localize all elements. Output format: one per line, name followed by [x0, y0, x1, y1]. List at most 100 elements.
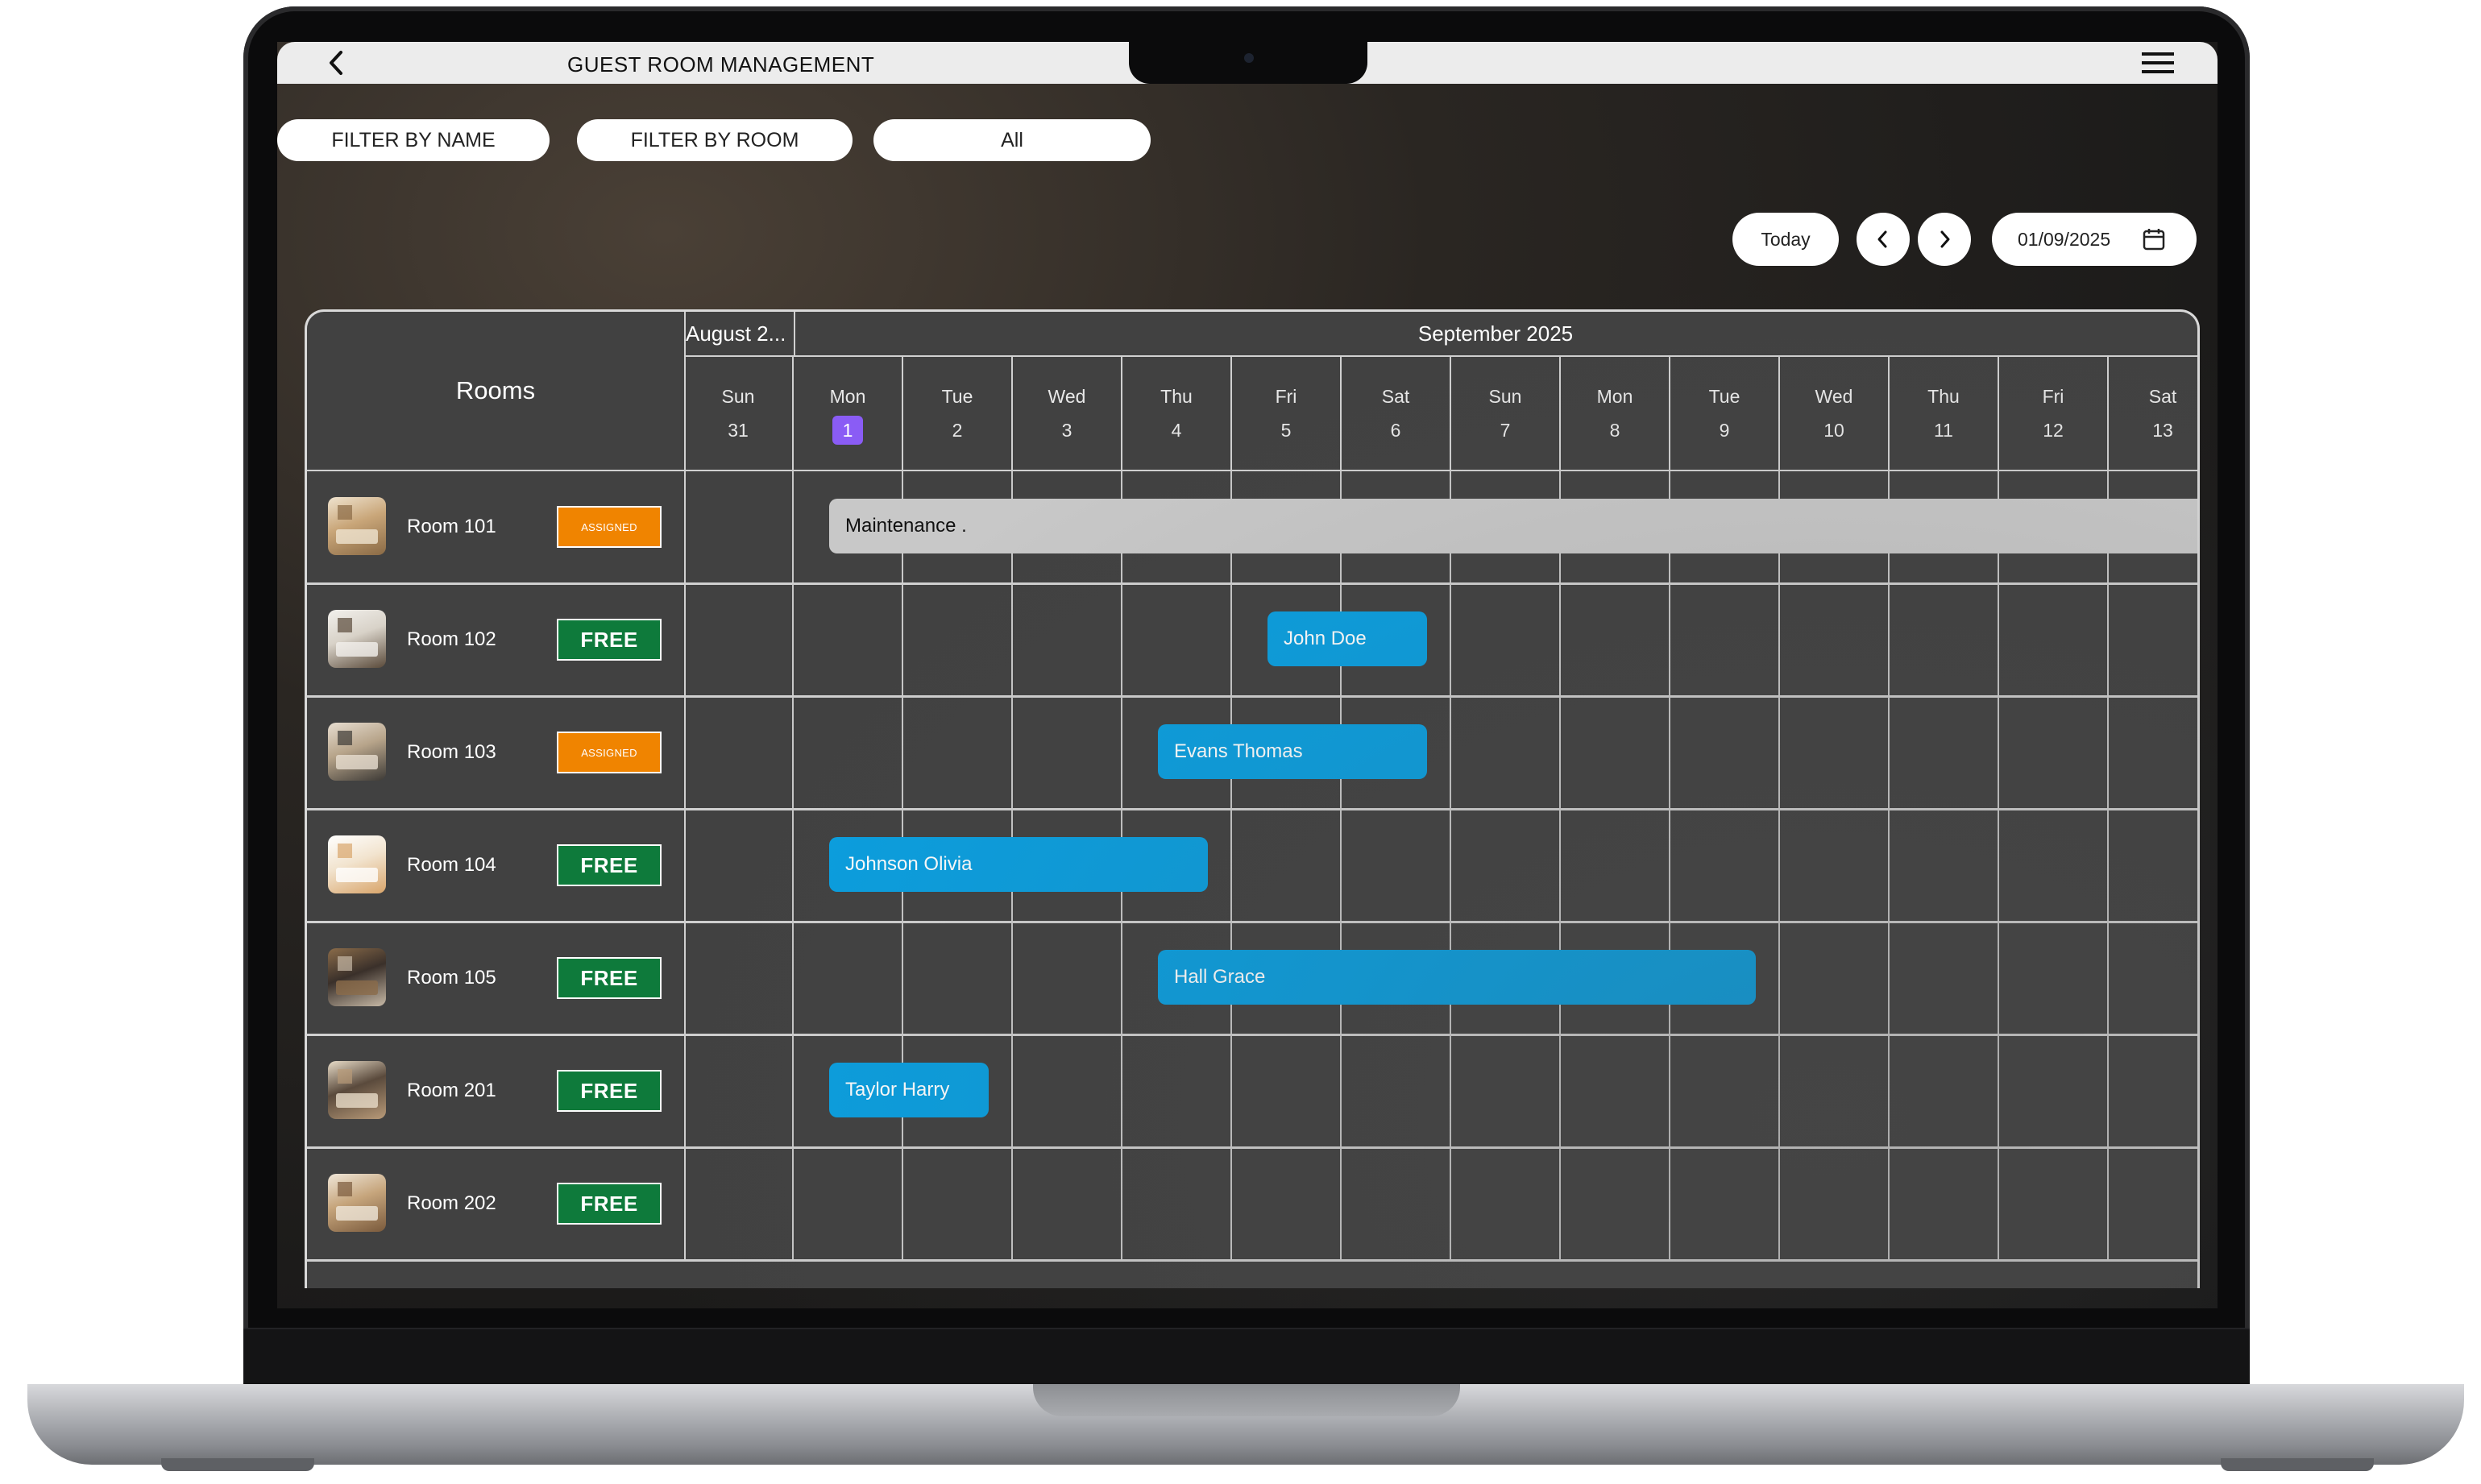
maintenance-block[interactable]: Maintenance . [829, 499, 2197, 553]
grid-line [1888, 1035, 1890, 1146]
grid-line [1669, 1148, 1670, 1259]
day-header-wed-3[interactable]: Wed 3 [1013, 357, 1122, 471]
grid-line [1450, 1035, 1451, 1146]
grid-line [1998, 697, 1999, 808]
day-header-mon-1[interactable]: Mon 1 [794, 357, 903, 471]
room-name: Room 202 [407, 1192, 496, 1214]
day-header-thu-4[interactable]: Thu 4 [1122, 357, 1232, 471]
guest-booking[interactable]: John Doe [1267, 611, 1427, 666]
room-status-badge: ASSIGNED [557, 506, 662, 548]
day-name: Tue [1708, 386, 1740, 407]
grid-line [1011, 584, 1013, 695]
month-header-september: September 2025 [794, 312, 2197, 357]
grid-line [1998, 810, 1999, 921]
room-thumbnail [328, 1174, 386, 1232]
guest-booking[interactable]: Johnson Olivia [829, 837, 1208, 892]
day-name: Tue [941, 386, 973, 407]
room-cell[interactable]: Room 103 ASSIGNED [307, 697, 686, 808]
app-screen: GUEST ROOM MANAGEMENT FILTER BY NAME FIL… [277, 42, 2218, 1308]
calendar-icon[interactable] [2142, 227, 2166, 251]
room-cell[interactable]: Room 105 FREE [307, 922, 686, 1034]
grid-line [1669, 697, 1670, 808]
day-name: Fri [2042, 386, 2064, 407]
day-number: 13 [2152, 420, 2173, 441]
grid-line [902, 1148, 903, 1259]
hamburger-menu-icon[interactable] [2140, 48, 2176, 77]
grid-line [1669, 1035, 1670, 1146]
room-cell[interactable]: Room 201 FREE [307, 1035, 686, 1146]
day-header-wed-10[interactable]: Wed 10 [1780, 357, 1890, 471]
grid-line [1121, 922, 1122, 1034]
day-name: Sun [1488, 386, 1522, 407]
next-week-button[interactable] [1918, 213, 1971, 266]
day-header-thu-11[interactable]: Thu 11 [1890, 357, 1999, 471]
today-date-badge: 1 [794, 416, 902, 445]
room-cell[interactable]: Room 202 FREE [307, 1148, 686, 1259]
grid-line [902, 697, 903, 808]
room-name: Room 103 [407, 741, 496, 763]
today-button[interactable]: Today [1732, 213, 1839, 266]
grid-line [1340, 1148, 1342, 1259]
date-picker-field[interactable]: 01/09/2025 [1992, 213, 2197, 266]
laptop-bezel-bottom [243, 1328, 2250, 1386]
grid-line [1888, 584, 1890, 695]
day-header-tue-9[interactable]: Tue 9 [1670, 357, 1780, 471]
day-header-sun-31[interactable]: Sun 31 [684, 357, 794, 471]
rooms-column-header: Rooms [307, 312, 686, 471]
day-number: 31 [728, 420, 749, 441]
grid-line [1998, 1148, 1999, 1259]
guest-booking[interactable]: Hall Grace [1158, 950, 1756, 1005]
camera-notch [1129, 42, 1367, 84]
room-scheduler-calendar: Rooms August 2... September 2025 Sun 31 Mo… [305, 309, 2200, 1288]
room-thumbnail [328, 948, 386, 1006]
grid-line [1998, 584, 1999, 695]
day-header-tue-2[interactable]: Tue 2 [903, 357, 1013, 471]
grid-line [2107, 1035, 2109, 1146]
filter-by-name-button[interactable]: FILTER BY NAME [277, 119, 550, 161]
grid-line [1011, 1035, 1013, 1146]
grid-line [1778, 1035, 1780, 1146]
day-name: Thu [1160, 386, 1193, 407]
day-number: 1 [832, 416, 863, 445]
day-header-sat-13[interactable]: Sat 13 [2109, 357, 2197, 471]
grid-line [792, 471, 794, 582]
grid-line [2107, 810, 2109, 921]
grid-line [1011, 922, 1013, 1034]
day-header-fri-12[interactable]: Fri 12 [1999, 357, 2109, 471]
room-cell[interactable]: Room 102 FREE [307, 584, 686, 695]
grid-line [1230, 810, 1232, 921]
grid-line [2107, 922, 2109, 1034]
previous-week-button[interactable] [1857, 213, 1910, 266]
grid-line [1230, 1148, 1232, 1259]
day-header-sat-6[interactable]: Sat 6 [1342, 357, 1451, 471]
grid-line [1340, 810, 1342, 921]
grid-line [1340, 1035, 1342, 1146]
room-cell[interactable]: Room 104 FREE [307, 810, 686, 921]
room-row: Room 101 ASSIGNED Maintenance . [307, 471, 2197, 585]
room-thumbnail [328, 835, 386, 893]
room-name: Room 104 [407, 854, 496, 876]
grid-line [792, 922, 794, 1034]
day-name: Mon [1596, 386, 1633, 407]
grid-line [1888, 922, 1890, 1034]
back-arrow-icon[interactable] [322, 48, 351, 77]
guest-booking[interactable]: Taylor Harry [829, 1063, 989, 1117]
day-header-mon-8[interactable]: Mon 8 [1561, 357, 1670, 471]
grid-line [2107, 584, 2109, 695]
day-header-fri-5[interactable]: Fri 5 [1232, 357, 1342, 471]
filter-all-button[interactable]: All [873, 119, 1151, 161]
filter-by-room-button[interactable]: FILTER BY ROOM [577, 119, 853, 161]
day-header-sun-7[interactable]: Sun 7 [1451, 357, 1561, 471]
room-name: Room 105 [407, 967, 496, 989]
room-name: Room 101 [407, 516, 496, 537]
grid-line [1559, 697, 1561, 808]
day-name: Sat [1381, 386, 1410, 407]
guest-booking[interactable]: Evans Thomas [1158, 724, 1427, 779]
room-cell[interactable]: Room 101 ASSIGNED [307, 471, 686, 582]
grid-line [792, 1148, 794, 1259]
day-name: Wed [1048, 386, 1086, 407]
room-row: Room 105 FREE Hall Grace [307, 922, 2197, 1036]
room-thumbnail [328, 723, 386, 781]
grid-line [792, 584, 794, 695]
day-name: Sun [721, 386, 755, 407]
